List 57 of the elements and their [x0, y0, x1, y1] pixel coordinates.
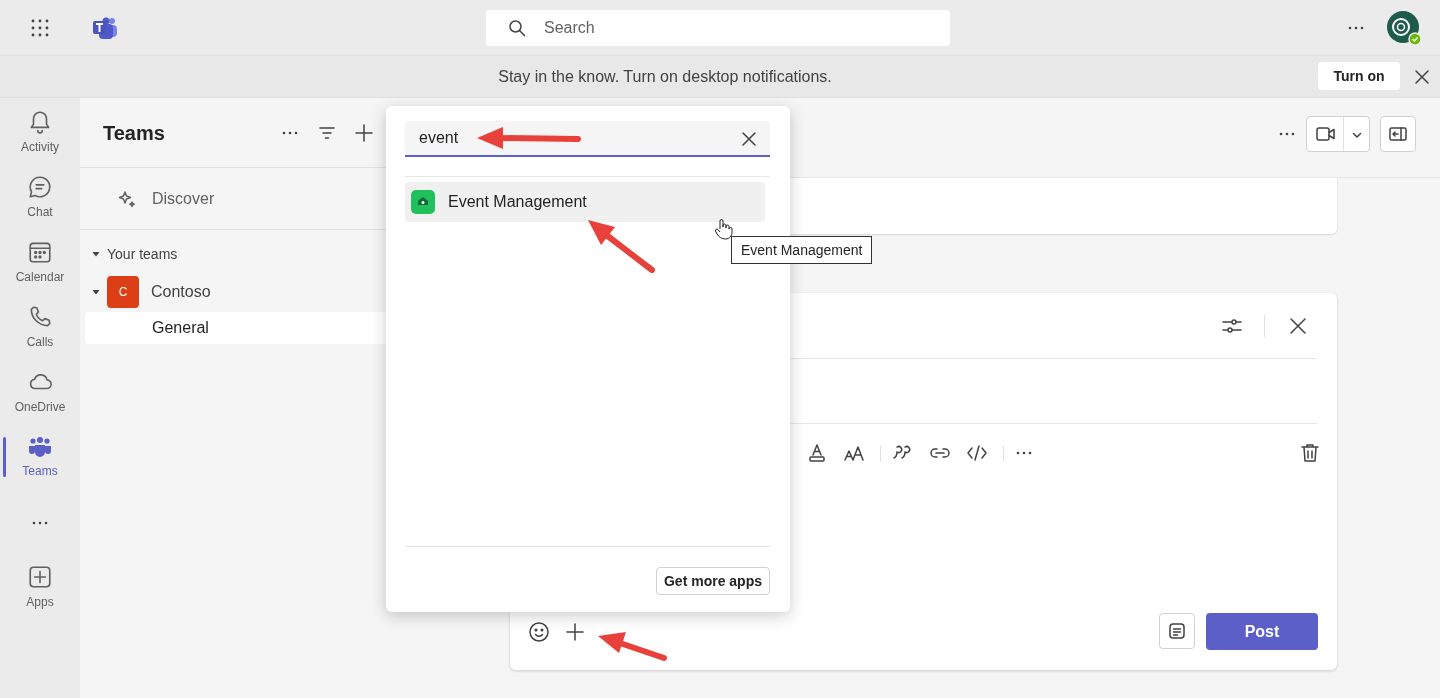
add-icon[interactable]	[354, 123, 374, 143]
panel-title: Teams	[103, 120, 165, 146]
app-name: Event Management	[448, 192, 587, 212]
code-icon[interactable]	[966, 442, 988, 464]
annotation-arrow	[598, 632, 667, 661]
tooltip: Event Management	[731, 236, 873, 264]
post-button[interactable]: Post	[1206, 613, 1318, 650]
close-icon[interactable]	[1289, 317, 1307, 335]
rail-label: Teams	[22, 463, 58, 480]
sparkle-icon	[118, 189, 136, 208]
add-app-icon	[27, 564, 53, 590]
get-more-apps-button[interactable]: Get more apps	[656, 567, 770, 595]
notification-text: Stay in the know. Turn on desktop notifications.	[498, 66, 832, 87]
rail-label: OneDrive	[14, 399, 66, 416]
close-icon[interactable]	[741, 131, 757, 147]
teams-logo-icon[interactable]	[92, 15, 118, 40]
app-result-item[interactable]: Event Management	[405, 182, 765, 222]
search-icon	[508, 19, 526, 37]
add-icon[interactable]	[564, 621, 586, 643]
app-launcher-icon[interactable]	[30, 17, 50, 38]
rail-item[interactable]: Teams	[0, 425, 80, 490]
trash-icon[interactable]	[1299, 442, 1321, 464]
rail-label: Apps	[26, 594, 54, 611]
caret-icon[interactable]	[91, 249, 101, 259]
rail-label: Activity	[21, 139, 59, 156]
team-item[interactable]: C Contoso	[80, 274, 406, 310]
loop-component-button[interactable]	[1159, 613, 1195, 649]
app-icon	[411, 190, 435, 214]
video-call-button[interactable]	[1306, 116, 1370, 152]
hand-cursor-icon	[715, 218, 733, 240]
section-header[interactable]: Your teams	[107, 243, 178, 265]
team-name: Contoso	[151, 282, 211, 302]
rail-label: Calendar	[15, 269, 65, 286]
rail-item[interactable]: Calls	[0, 295, 80, 360]
rail-item[interactable]: Calendar	[0, 230, 80, 295]
rail-item[interactable]: Chat	[0, 165, 80, 230]
rail-label: Calls	[26, 334, 54, 351]
rail-item[interactable]: OneDrive	[0, 360, 80, 425]
note-icon	[1167, 621, 1187, 641]
highlight-icon[interactable]	[806, 442, 828, 464]
people-icon	[27, 435, 53, 459]
rail-item[interactable]: Activity	[0, 100, 80, 165]
chat-icon	[27, 174, 53, 200]
turn-on-button[interactable]: Turn on	[1318, 62, 1400, 90]
emoji-icon[interactable]	[528, 621, 550, 643]
avatar-icon[interactable]	[1386, 10, 1422, 46]
team-avatar: C	[107, 276, 139, 308]
caret-icon[interactable]	[91, 287, 101, 297]
panel-icon	[1388, 124, 1408, 144]
discover-label: Discover	[152, 188, 215, 209]
close-icon[interactable]	[1414, 69, 1430, 85]
search-field[interactable]: Search	[486, 10, 950, 46]
rail-label: Chat	[27, 204, 53, 221]
side-panel-button[interactable]	[1380, 116, 1416, 152]
annotation-arrow	[588, 220, 655, 273]
rail-item[interactable]: Apps	[0, 555, 80, 620]
app-search-field[interactable]: event	[405, 121, 770, 157]
